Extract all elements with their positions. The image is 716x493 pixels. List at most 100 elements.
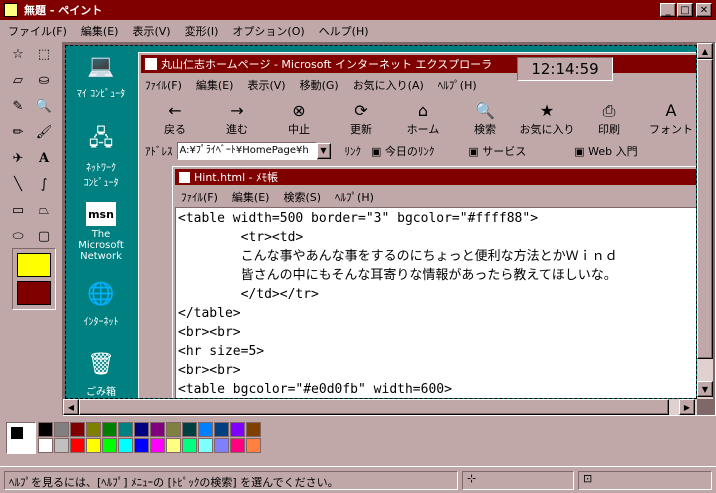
toolbar-button-font[interactable]: A フォント [643,101,696,137]
magnifier-icon[interactable]: 🔍 [32,94,56,118]
toolbar-button-forward[interactable]: → 進む [209,101,265,137]
color-swatch[interactable] [198,422,213,437]
notepad-text-area[interactable]: <table width=500 border="3" bgcolor="#ff… [175,207,696,398]
notepad-menu-item[interactable]: ﾌｧｲﾙ(F) [181,189,218,205]
color-swatch[interactable] [134,438,149,453]
toolbar-button-search[interactable]: 🔍 検索 [457,101,513,137]
color-swatch[interactable] [182,422,197,437]
color-swatch[interactable] [118,438,133,453]
current-colors[interactable] [6,422,36,454]
scroll-left-button[interactable]: ◀ [63,399,79,415]
toolbar-button-print[interactable]: ⎙ 印刷 [581,101,637,137]
desktop-icon-msn[interactable]: msn The Microsoft Network [68,202,134,262]
rect-select-icon[interactable]: ⬚ [32,42,56,66]
horizontal-scrollbar[interactable]: ◀ ▶ [63,399,697,415]
color-swatch[interactable] [102,422,117,437]
color-swatch[interactable] [54,438,69,453]
color-swatch[interactable] [118,422,133,437]
color-swatch[interactable] [86,438,101,453]
color-swatch[interactable] [86,422,101,437]
color-swatch[interactable] [70,438,85,453]
notepad-app-icon[interactable] [179,171,190,183]
desktop-icon-recycle-bin[interactable]: 🗑 ごみ箱 [68,348,134,399]
free-select-icon[interactable]: ☆ [6,42,30,66]
address-input[interactable]: A:¥ﾌﾟﾗｲﾍﾞｰﾄ¥HomePage¥h [176,142,317,160]
rounded-rect-icon[interactable]: ▢ [32,224,56,248]
paint-menu-item[interactable]: 変形(I) [185,23,219,39]
ie-menu-item[interactable]: 編集(E) [196,77,234,93]
color-swatch[interactable] [70,422,85,437]
desktop-icon-my-computer[interactable]: 💻 ﾏｲ ｺﾝﾋﾟｭｰﾀ [68,50,134,101]
link-services[interactable]: ▣ サービス [468,143,526,159]
close-button[interactable]: ✕ [696,3,712,17]
ie-menu-item[interactable]: ﾌｧｲﾙ(F) [145,77,182,93]
ellipse-icon[interactable]: ⬭ [6,224,30,248]
vertical-scrollbar[interactable]: ▲ ▼ [697,43,713,399]
minimize-button[interactable]: _ [660,3,676,17]
notepad-menu-item[interactable]: 編集(E) [232,189,270,205]
address-dropdown-button[interactable]: ▼ [316,143,331,159]
ie-menu-item[interactable]: 表示(V) [247,77,285,93]
color-swatch[interactable] [246,422,261,437]
ie-menu-item[interactable]: ﾍﾙﾌﾟ(H) [438,77,477,93]
color-swatch[interactable] [214,422,229,437]
color-swatch[interactable] [54,422,69,437]
color-swatch[interactable] [214,438,229,453]
pencil-icon[interactable]: ✏ [6,120,30,144]
paint-menu-item[interactable]: ファイル(F) [8,23,67,39]
text-icon[interactable]: A [32,146,56,170]
paint-menu-item[interactable]: ヘルプ(H) [319,23,369,39]
curve-icon[interactable]: ∫ [32,172,56,196]
notepad-menu-item[interactable]: 検索(S) [283,189,321,205]
toolbar-button-favorites[interactable]: ★ お気に入り [519,101,575,137]
link-today[interactable]: ▣ 今日のﾘﾝｸ [371,143,434,159]
paint-menu-item[interactable]: オプション(O) [232,23,304,39]
paint-menu-item[interactable]: 編集(E) [81,23,119,39]
scroll-down-button[interactable]: ▼ [697,381,713,397]
color-swatch[interactable] [38,438,53,453]
color-swatch[interactable] [166,422,181,437]
toolbar-button-refresh[interactable]: ⟳ 更新 [333,101,389,137]
color-swatch[interactable] [150,422,165,437]
toolbar-button-stop[interactable]: ⊗ 中止 [271,101,327,137]
airbrush-icon[interactable]: ✈ [6,146,30,170]
opaque-option-icon[interactable] [17,281,51,305]
toolbar-button-home[interactable]: ⌂ ホーム [395,101,451,137]
paint-menu-item[interactable]: 表示(V) [132,23,170,39]
canvas[interactable]: 💻 ﾏｲ ｺﾝﾋﾟｭｰﾀ 🖧 ﾈｯﾄﾜｰｸ ｺﾝﾋﾟｭｰﾀ msn The Mi… [65,45,697,399]
eraser-icon[interactable]: ▱ [6,68,30,92]
scroll-thumb-h[interactable] [79,399,669,415]
rectangle-icon[interactable]: ▭ [6,198,30,222]
color-swatch[interactable] [38,422,53,437]
fill-icon[interactable]: ⛀ [32,68,56,92]
color-swatch[interactable] [166,438,181,453]
ie-menu-item[interactable]: お気に入り(A) [353,77,424,93]
brush-icon[interactable]: 🖌 [32,120,56,144]
maximize-button[interactable]: □ [677,3,693,17]
desktop-icon-internet[interactable]: 🌐 ｲﾝﾀｰﾈｯﾄ [68,278,134,329]
color-swatch[interactable] [230,422,245,437]
color-swatch[interactable] [246,438,261,453]
desktop-icon-network[interactable]: 🖧 ﾈｯﾄﾜｰｸ ｺﾝﾋﾟｭｰﾀ [68,124,134,189]
scroll-thumb-v[interactable] [697,59,713,359]
notepad-menu-item[interactable]: ﾍﾙﾌﾟ(H) [335,189,374,205]
scroll-up-button[interactable]: ▲ [697,43,713,59]
toolbar-button-back[interactable]: ← 戻る [147,101,203,137]
color-swatch[interactable] [150,438,165,453]
ie-menu-item[interactable]: 移動(G) [300,77,339,93]
text-line: <br><br> [178,325,241,340]
ie-app-icon[interactable] [145,58,157,70]
link-web-intro[interactable]: ▣ Web 入門 [574,143,637,159]
color-swatch[interactable] [198,438,213,453]
transparent-option-icon[interactable] [17,253,51,277]
line-icon[interactable]: ╲ [6,172,30,196]
polygon-icon[interactable]: ⏢ [32,198,56,222]
foreground-color[interactable] [10,426,24,440]
color-picker-icon[interactable]: ✎ [6,94,30,118]
color-swatch[interactable] [230,438,245,453]
paint-app-icon[interactable] [4,3,18,17]
color-swatch[interactable] [134,422,149,437]
color-swatch[interactable] [102,438,117,453]
color-swatch[interactable] [182,438,197,453]
scroll-right-button[interactable]: ▶ [679,399,695,415]
